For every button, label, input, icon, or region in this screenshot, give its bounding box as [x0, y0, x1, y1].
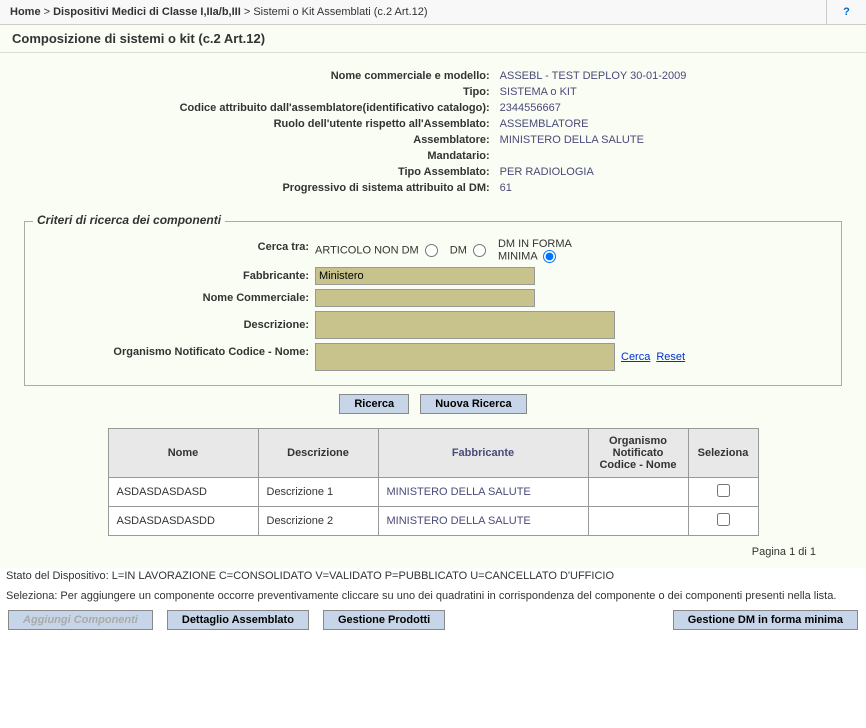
label-organismo: Organismo Notificato Codice - Nome:: [35, 343, 315, 358]
cell-fabbricante: MINISTERO DELLA SALUTE: [378, 507, 588, 536]
radio-label-articolo-non-dm: ARTICOLO NON DM: [315, 244, 438, 257]
gestione-prodotti-button[interactable]: Gestione Prodotti: [323, 610, 445, 630]
pager: Pagina 1 di 1: [20, 536, 846, 568]
header-nome: Nome: [108, 429, 258, 478]
nome-commerciale-input[interactable]: [315, 289, 535, 307]
descrizione-textarea[interactable]: [315, 311, 615, 339]
cell-descrizione: Descrizione 2: [258, 507, 378, 536]
header-descrizione: Descrizione: [258, 429, 378, 478]
ricerca-button[interactable]: Ricerca: [339, 394, 409, 414]
header-seleziona: Seleziona: [688, 429, 758, 478]
label-descrizione: Descrizione:: [35, 311, 315, 331]
radio-label-dm: DM: [450, 244, 486, 257]
cerca-link[interactable]: Cerca: [621, 351, 650, 363]
value-tipo-assemblato: PER RADIOLOGIA: [496, 165, 691, 179]
label-ruolo: Ruolo dell'utente rispetto all'Assemblat…: [176, 117, 494, 131]
radio-label-dm-forma-minima: DM IN FORMA MINIMA: [498, 238, 608, 263]
breadcrumb-current: Sistemi o Kit Assemblati (c.2 Art.12): [253, 6, 427, 18]
aggiungi-componenti-button: Aggiungi Componenti: [8, 610, 153, 630]
label-cerca-tra: Cerca tra:: [35, 238, 315, 253]
search-legend: Criteri di ricerca dei componenti: [33, 213, 225, 227]
label-nome-commerciale-search: Nome Commerciale:: [35, 289, 315, 304]
cell-nome: ASDASDASDASDD: [108, 507, 258, 536]
label-codice: Codice attribuito dall'assemblatore(iden…: [176, 101, 494, 115]
value-nome-commerciale: ASSEBL - TEST DEPLOY 30-01-2009: [496, 69, 691, 83]
cell-fabbricante: MINISTERO DELLA SALUTE: [378, 478, 588, 507]
header-fabbricante: Fabbricante: [378, 429, 588, 478]
cell-nome: ASDASDASDASD: [108, 478, 258, 507]
nuova-ricerca-button[interactable]: Nuova Ricerca: [420, 394, 526, 414]
reset-link[interactable]: Reset: [656, 351, 685, 363]
cell-organismo: [588, 507, 688, 536]
value-assemblatore: MINISTERO DELLA SALUTE: [496, 133, 691, 147]
value-ruolo: ASSEMBLATORE: [496, 117, 691, 131]
label-progressivo: Progressivo di sistema attribuito al DM:: [176, 181, 494, 195]
value-mandatario: [496, 149, 691, 163]
results-table: Nome Descrizione Fabbricante Organismo N…: [108, 428, 759, 536]
label-tipo-assemblato: Tipo Assemblato:: [176, 165, 494, 179]
table-row: ASDASDASDASDDescrizione 1MINISTERO DELLA…: [108, 478, 758, 507]
table-row: ASDASDASDASDDDescrizione 2MINISTERO DELL…: [108, 507, 758, 536]
cell-organismo: [588, 478, 688, 507]
header-organismo: Organismo Notificato Codice - Nome: [588, 429, 688, 478]
status-legend: Stato del Dispositivo: L=IN LAVORAZIONE …: [0, 568, 866, 584]
dettaglio-assemblato-button[interactable]: Dettaglio Assemblato: [167, 610, 309, 630]
help-text: Seleziona: Per aggiungere un componente …: [0, 584, 866, 608]
value-progressivo: 61: [496, 181, 691, 195]
organismo-textarea[interactable]: [315, 343, 615, 371]
breadcrumb: Home > Dispositivi Medici di Classe I,II…: [0, 0, 826, 24]
label-tipo: Tipo:: [176, 85, 494, 99]
breadcrumb-home[interactable]: Home: [10, 6, 41, 18]
search-criteria-box: Criteri di ricerca dei componenti Cerca …: [24, 221, 842, 386]
fabbricante-input[interactable]: [315, 267, 535, 285]
help-icon[interactable]: ?: [826, 0, 866, 24]
value-tipo: SISTEMA o KIT: [496, 85, 691, 99]
cell-descrizione: Descrizione 1: [258, 478, 378, 507]
label-nome-commerciale: Nome commerciale e modello:: [176, 69, 494, 83]
value-codice: 2344556667: [496, 101, 691, 115]
select-checkbox[interactable]: [717, 513, 730, 526]
label-mandatario: Mandatario:: [176, 149, 494, 163]
select-checkbox[interactable]: [717, 484, 730, 497]
label-fabbricante: Fabbricante:: [35, 267, 315, 282]
page-title: Composizione di sistemi o kit (c.2 Art.1…: [0, 25, 866, 53]
details-table: Nome commerciale e modello:ASSEBL - TEST…: [174, 67, 693, 197]
radio-dm[interactable]: [473, 244, 486, 257]
radio-dm-forma-minima[interactable]: [543, 250, 556, 263]
label-assemblatore: Assemblatore:: [176, 133, 494, 147]
breadcrumb-level1[interactable]: Dispositivi Medici di Classe I,IIa/b,III: [53, 6, 241, 18]
radio-articolo-non-dm[interactable]: [425, 244, 438, 257]
gestione-dm-forma-minima-button[interactable]: Gestione DM in forma minima: [673, 610, 858, 630]
